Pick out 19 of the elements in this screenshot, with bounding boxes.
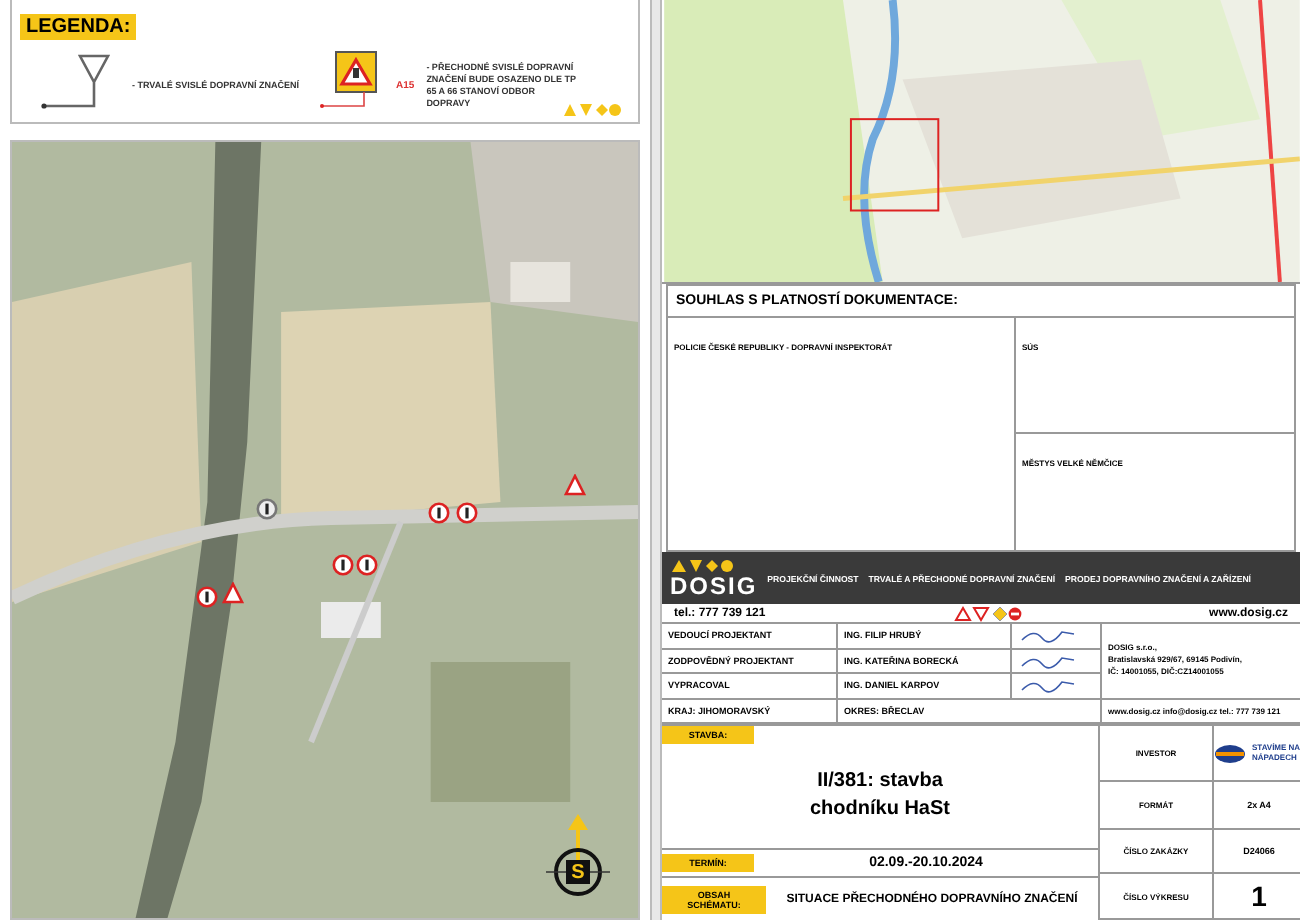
- logo-shapes-icon: [670, 558, 734, 574]
- warning-sign-icon: [564, 474, 586, 496]
- round-sign-icon: [356, 554, 378, 576]
- round-sign-icon: [196, 586, 218, 608]
- investor-logo-icon: [1214, 743, 1246, 763]
- legend-title: LEGENDA:: [20, 14, 137, 40]
- signature-drawing: [1018, 676, 1078, 695]
- signature-drawing: [1018, 651, 1078, 670]
- project-title: II/381: stavba: [817, 767, 943, 795]
- round-sign-icon: [256, 498, 278, 520]
- sign-shapes-icon: [562, 102, 622, 118]
- warning-sign-icon: [222, 582, 244, 604]
- signature-drawing: [1018, 626, 1078, 645]
- drawing-number: 1: [1251, 880, 1267, 912]
- round-sign-icon: [332, 554, 354, 576]
- round-sign-icon: [456, 502, 478, 524]
- company-logo: DOSIG: [670, 574, 758, 598]
- round-sign-icon: [428, 502, 450, 524]
- project-title: chodníku HaSt: [809, 796, 950, 824]
